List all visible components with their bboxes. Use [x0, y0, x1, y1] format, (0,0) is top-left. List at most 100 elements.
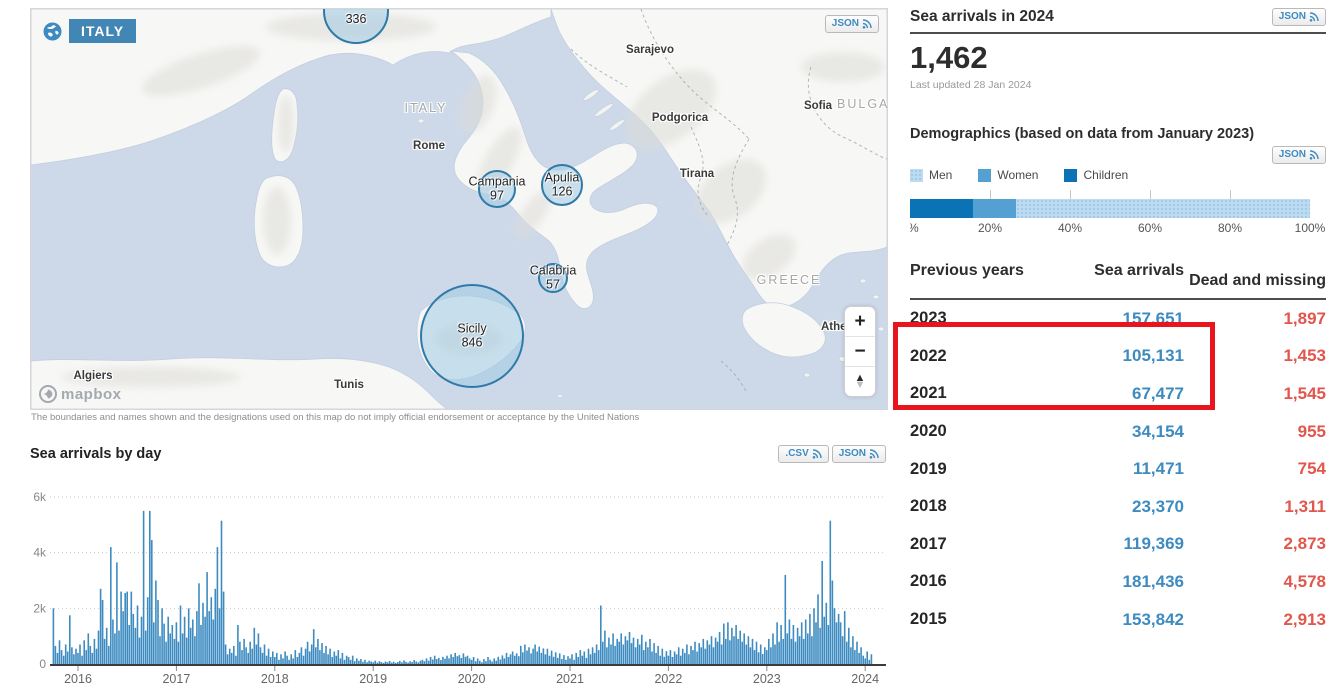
- axis-label: 100%: [1295, 221, 1326, 235]
- table-row-2017: 2017119,3692,873: [910, 526, 1326, 564]
- zoom-in-button[interactable]: +: [845, 307, 875, 337]
- svg-text:2023: 2023: [753, 672, 781, 686]
- axis-label: 80%: [1218, 221, 1242, 235]
- dead-missing-cell: 1,897: [1184, 309, 1326, 329]
- last-updated: Last updated 28 Jan 2024: [910, 79, 1031, 91]
- men-swatch: [910, 169, 923, 182]
- table-row-2023: 2023157,6511,897: [910, 300, 1326, 338]
- header-previous-years: Previous years: [910, 262, 1040, 280]
- map-bubble-label: 336: [346, 12, 367, 26]
- year-cell: 2017: [910, 535, 1040, 554]
- demographics-axis-labels: 0%20%40%60%80%100%: [910, 221, 1328, 237]
- mapbox-icon: [39, 385, 57, 403]
- map-label-sofia: Sofia: [804, 100, 832, 112]
- daily-json-label: JSON: [839, 448, 866, 460]
- map-zoom-controls: + − ▲ ▼: [844, 306, 876, 397]
- segment-children: [910, 199, 973, 218]
- feed-icon: [1309, 150, 1319, 160]
- children-swatch: [1064, 169, 1077, 182]
- map-bubble-label: Calabria57: [530, 264, 577, 293]
- previous-years-table: Previous years Sea arrivals Dead and mis…: [910, 262, 1326, 638]
- feed-icon: [1309, 12, 1319, 22]
- year-cell: 2018: [910, 497, 1040, 516]
- stats-title: Sea arrivals in 2024: [910, 8, 1054, 26]
- women-swatch: [978, 169, 991, 182]
- table-row-2021: 202167,4771,545: [910, 375, 1326, 413]
- stats-json-label: JSON: [1279, 11, 1306, 23]
- year-cell: 2016: [910, 572, 1040, 591]
- axis-tick: [990, 190, 991, 199]
- compass-button[interactable]: ▲ ▼: [845, 367, 875, 396]
- dead-missing-cell: 955: [1184, 422, 1326, 442]
- csv-button[interactable]: .CSV: [778, 445, 828, 463]
- table-row-2018: 201823,3701,311: [910, 488, 1326, 526]
- daily-bars: [53, 511, 873, 664]
- map-header: ITALY: [43, 19, 136, 43]
- arrivals-cell[interactable]: 153,842: [1040, 610, 1184, 630]
- feed-icon: [812, 449, 822, 459]
- zoom-out-button[interactable]: −: [845, 337, 875, 367]
- table-row-2019: 201911,471754: [910, 450, 1326, 488]
- feed-icon: [869, 449, 879, 459]
- map-label-podgorica: Podgorica: [652, 112, 708, 124]
- map-label-tirana: Tirana: [680, 168, 714, 180]
- mapbox-wordmark: mapbox: [61, 386, 122, 403]
- legend-label: Women: [997, 168, 1038, 182]
- dead-missing-cell: 2,873: [1184, 534, 1326, 554]
- map-bubble-label: Campania97: [469, 175, 526, 204]
- x-axis-labels: 201620172018201920202021202220232024: [64, 666, 879, 686]
- table-row-2015: 2015153,8422,913: [910, 601, 1326, 639]
- map-label-greece: GREECE: [757, 273, 822, 287]
- legend-label: Children: [1083, 168, 1128, 182]
- table-header: Previous years Sea arrivals Dead and mis…: [910, 262, 1326, 300]
- feed-icon: [862, 19, 872, 29]
- country-badge: ITALY: [69, 19, 136, 43]
- arrivals-cell[interactable]: 23,370: [1040, 497, 1184, 517]
- table-row-2016: 2016181,4364,578: [910, 563, 1326, 601]
- demographics-json-label: JSON: [1279, 149, 1306, 161]
- legend-label: Men: [929, 168, 952, 182]
- csv-label: .CSV: [785, 448, 808, 460]
- svg-text:0: 0: [39, 657, 46, 671]
- axis-tick: [1150, 190, 1151, 199]
- compass-icon: ▲ ▼: [855, 375, 866, 389]
- svg-text:6k: 6k: [33, 490, 47, 504]
- demographics-legend: Men Women Children: [910, 168, 1128, 182]
- arrivals-cell[interactable]: 11,471: [1040, 459, 1184, 479]
- year-cell: 2015: [910, 610, 1040, 629]
- dead-missing-cell: 754: [1184, 459, 1326, 479]
- daily-json-button[interactable]: JSON: [832, 445, 886, 463]
- svg-text:2019: 2019: [359, 672, 387, 686]
- year-cell: 2019: [910, 460, 1040, 479]
- gridlines: 02k4k6k: [33, 490, 886, 671]
- daily-arrivals-chart[interactable]: 02k4k6k201620172018201920202021202220232…: [30, 485, 886, 695]
- stats-json-button[interactable]: JSON: [1272, 8, 1326, 26]
- demographics-bar[interactable]: [910, 199, 1310, 218]
- arrivals-cell[interactable]: 34,154: [1040, 422, 1184, 442]
- axis-label: 20%: [978, 221, 1002, 235]
- mapbox-attribution[interactable]: mapbox: [39, 385, 122, 403]
- demographics-json-button[interactable]: JSON: [1272, 146, 1326, 164]
- globe-icon: [43, 22, 62, 41]
- arrivals-cell[interactable]: 157,651: [1040, 309, 1184, 329]
- arrivals-cell[interactable]: 181,436: [1040, 572, 1184, 592]
- svg-text:2016: 2016: [64, 672, 92, 686]
- svg-text:2k: 2k: [33, 601, 47, 615]
- table-row-2020: 202034,154955: [910, 413, 1326, 451]
- header-sea-arrivals: Sea arrivals: [1040, 262, 1184, 280]
- arrivals-cell[interactable]: 119,369: [1040, 534, 1184, 554]
- map-label-algiers: Algiers: [74, 370, 113, 382]
- dead-missing-cell: 4,578: [1184, 572, 1326, 592]
- arrivals-cell[interactable]: 105,131: [1040, 346, 1184, 366]
- year-cell: 2021: [910, 384, 1040, 403]
- svg-text:2022: 2022: [654, 672, 682, 686]
- segment-men: [1016, 199, 1310, 218]
- arrivals-cell[interactable]: 67,477: [1040, 384, 1184, 404]
- table-row-2022: 2022105,1311,453: [910, 338, 1326, 376]
- divider: [910, 32, 1326, 34]
- italy-arrivals-map[interactable]: SarajevoSofiaBULGARIAPodgoricaTiranaITAL…: [30, 8, 888, 410]
- map-json-button[interactable]: JSON: [825, 15, 879, 33]
- map-label-sarajevo: Sarajevo: [626, 44, 674, 56]
- svg-text:2020: 2020: [458, 672, 486, 686]
- year-cell: 2023: [910, 309, 1040, 328]
